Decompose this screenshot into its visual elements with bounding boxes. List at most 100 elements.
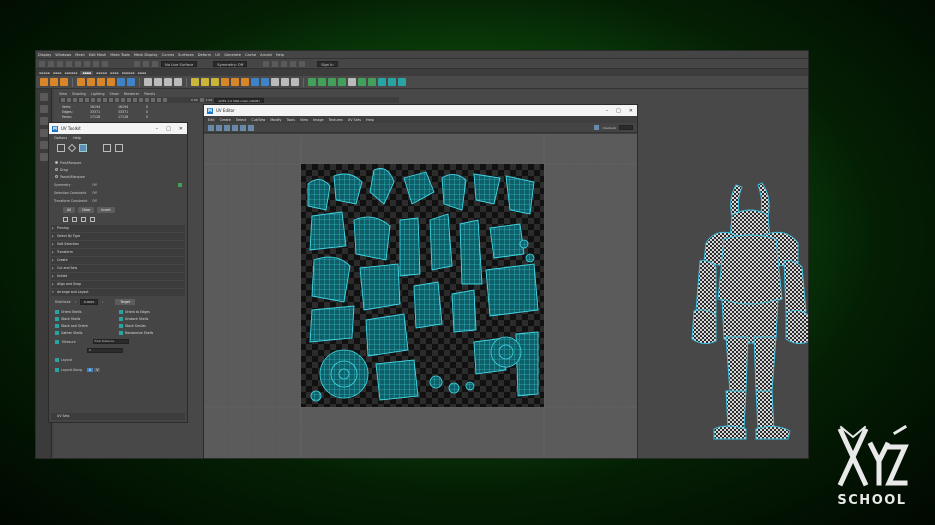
randomize-shells-button[interactable]: Randomize Shells	[119, 331, 181, 335]
uv-unfold-icon[interactable]	[358, 78, 366, 86]
uv-menu-create[interactable]: Create	[220, 118, 231, 122]
selection-constraint-option[interactable]: Selection Constraint Off	[49, 189, 187, 197]
combine-tool-icon[interactable]	[154, 78, 162, 86]
face-mode-icon[interactable]	[79, 144, 87, 152]
bridge-tool-icon[interactable]	[117, 78, 125, 86]
ambient-occlusion-icon[interactable]	[139, 98, 143, 102]
section-soft-selection[interactable]: Soft Selection	[51, 241, 185, 248]
viewport-menu-shading[interactable]: Shading	[72, 92, 86, 96]
select-tool-icon[interactable]	[39, 93, 48, 101]
extrude-tool-icon[interactable]	[201, 78, 209, 86]
option-value[interactable]: Off	[92, 183, 97, 187]
section-uv-sets[interactable]: UV Sets	[51, 413, 185, 420]
uv-shell-mode-icon[interactable]	[115, 144, 123, 152]
uv-automatic-icon[interactable]	[338, 78, 346, 86]
close-icon[interactable]: ✕	[179, 126, 183, 132]
layout-along-u-button[interactable]: U	[86, 368, 94, 372]
maximize-icon[interactable]: □	[166, 126, 171, 132]
uv-menu-uv-sets[interactable]: UV Sets	[348, 118, 361, 122]
snap-point-icon[interactable]	[152, 60, 158, 67]
selection-mode-option[interactable]: Tweak/Marquee	[49, 174, 187, 181]
section-select-by-type[interactable]: Select By Type	[51, 233, 185, 240]
selection-mode-option[interactable]: Drag	[49, 167, 187, 174]
shelf-tab[interactable]: ▪▪▪▪▪	[39, 71, 50, 75]
sphere-tool-icon[interactable]	[40, 78, 48, 86]
stack-and-orient-button[interactable]: Stack and Orient	[55, 324, 117, 328]
texture-slider[interactable]	[619, 125, 633, 130]
uv-layout-icon[interactable]	[368, 78, 376, 86]
uv-shaded-icon[interactable]	[248, 124, 254, 131]
uv-menu-edit[interactable]: Edit	[208, 118, 215, 122]
shelf-tab[interactable]: ▪▪▪▪	[110, 71, 119, 75]
section-transform[interactable]: Transform	[51, 249, 185, 256]
smooth-shade-icon[interactable]	[115, 98, 119, 102]
layout-outliner-icon[interactable]	[39, 153, 48, 161]
uv-checker-icon[interactable]	[232, 124, 238, 131]
uv-menu-modify[interactable]: Modify	[270, 118, 281, 122]
camera-attributes-icon[interactable]	[67, 98, 71, 102]
render-icon[interactable]	[263, 60, 270, 67]
lights-icon[interactable]	[127, 98, 131, 102]
menu-uv[interactable]: UV	[215, 53, 220, 57]
uv-grid-icon[interactable]	[216, 124, 222, 131]
uv-cut-icon[interactable]	[348, 78, 356, 86]
ipr-render-icon[interactable]	[272, 60, 279, 67]
distribute-input[interactable]: 0.0000	[79, 299, 98, 305]
merge-icon[interactable]	[261, 78, 269, 86]
color-space-dropdown[interactable]: ACES 1.0 SDR-video (sRGB)	[214, 97, 264, 103]
unstack-shells-button[interactable]: Unstack Shells	[119, 317, 181, 321]
isolate-select-icon[interactable]	[157, 98, 161, 102]
shelf-tab[interactable]: ▪▪▪▪	[138, 71, 147, 75]
uv-distortion-icon[interactable]	[240, 124, 246, 131]
menu-windows[interactable]: Windows	[55, 53, 71, 57]
select-all-button[interactable]: All	[63, 207, 75, 213]
gate-mask-icon[interactable]	[103, 98, 107, 102]
section-align-and-snap[interactable]: Align and Snap	[51, 281, 185, 288]
selection-mode-option[interactable]: Pick/Marquee	[49, 160, 187, 167]
render-settings-icon[interactable]	[281, 60, 288, 67]
xray-icon[interactable]	[163, 98, 167, 102]
layout-button[interactable]: Layout	[49, 355, 187, 365]
insert-edge-loop-icon[interactable]	[221, 78, 229, 86]
menu-generate[interactable]: Generate	[224, 53, 241, 57]
uv-menu-select[interactable]: Select	[236, 118, 246, 122]
viewport-menu-renderer[interactable]: Renderer	[124, 92, 139, 96]
move-tool-icon[interactable]	[77, 78, 85, 86]
maximize-icon[interactable]: □	[616, 108, 621, 114]
toolkit-menu-options[interactable]: Options	[54, 136, 67, 140]
uv-menu-image[interactable]: Image	[313, 118, 324, 122]
minimize-icon[interactable]: –	[156, 126, 159, 132]
center-pivot-icon[interactable]	[281, 78, 289, 86]
multicut-tool-icon[interactable]	[191, 78, 199, 86]
symmetry-field[interactable]: Symmetry: Off	[213, 60, 248, 67]
separate-tool-icon[interactable]	[164, 78, 172, 86]
section-unfold[interactable]: Unfold	[51, 273, 185, 280]
gamma-icon[interactable]	[199, 98, 204, 102]
transform-constraint-option[interactable]: Transform Constraint Off	[49, 197, 187, 205]
menu-display[interactable]: Display	[38, 53, 51, 57]
gamma-value[interactable]: 1.00	[206, 98, 213, 102]
menu-surfaces[interactable]: Surfaces	[178, 53, 194, 57]
undo-icon[interactable]	[66, 60, 72, 67]
measure-value-field[interactable]: 0	[87, 348, 123, 353]
uv-spherical-icon[interactable]	[328, 78, 336, 86]
target-button[interactable]: Target	[115, 299, 136, 305]
shelf-tab-active[interactable]: ▪▪▪▪	[80, 70, 94, 75]
stack-shells-button[interactable]: Stack Shells	[55, 317, 117, 321]
uv-mode-icon[interactable]	[103, 144, 111, 152]
section-cut-and-sew[interactable]: Cut and Sew	[51, 265, 185, 272]
select-object-icon[interactable]	[93, 60, 99, 67]
menu-curves[interactable]: Curves	[162, 53, 174, 57]
select-hierarchy-icon[interactable]	[84, 60, 90, 67]
exposure-value[interactable]: 0.00	[191, 98, 198, 102]
uv-editor-icon[interactable]	[398, 78, 406, 86]
select-component-icon[interactable]	[102, 60, 108, 67]
texture-toggle-icon[interactable]	[594, 125, 600, 130]
scale-tool-icon[interactable]	[97, 78, 105, 86]
uv-menu-textures[interactable]: Textures	[329, 118, 343, 122]
render-view-icon[interactable]	[299, 60, 306, 67]
menu-edit-mesh[interactable]: Edit Mesh	[89, 53, 107, 57]
grid-toggle-icon[interactable]	[85, 98, 89, 102]
uv-image-icon[interactable]	[224, 124, 230, 131]
rotate-tool-icon[interactable]	[87, 78, 95, 86]
